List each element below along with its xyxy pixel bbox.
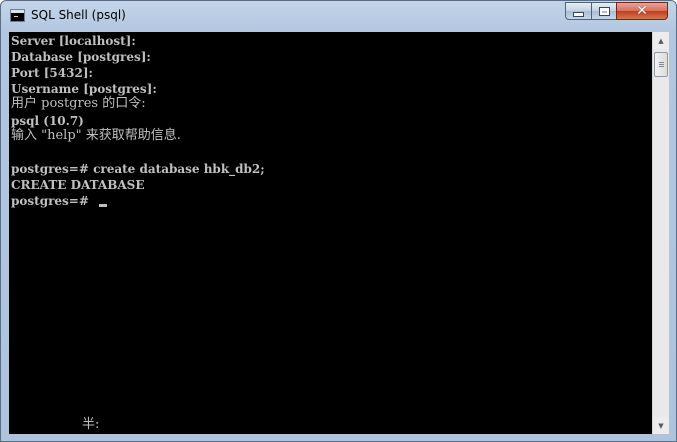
vertical-scrollbar[interactable]: ▲ ▼ — [652, 32, 669, 434]
ime-status: 半: — [82, 417, 100, 432]
grip-line — [659, 62, 664, 63]
title-bar[interactable]: SQL Shell (psql) ✕ — [1, 1, 676, 31]
scroll-thumb[interactable] — [654, 52, 668, 77]
grip-line — [659, 64, 664, 65]
console-line: Server [localhost]: — [11, 34, 136, 48]
maximize-icon — [598, 6, 610, 16]
console-line: postgres=# create database hbk_db2; — [11, 162, 265, 176]
console-prompt[interactable]: postgres=# — [11, 193, 93, 209]
console-line: 输入 "help" 来获取帮助信息. — [11, 128, 181, 143]
console-output[interactable]: Server [localhost]: Database [postgres]:… — [9, 32, 652, 434]
minimize-button[interactable] — [565, 2, 592, 20]
console-line: Port [5432]: — [11, 66, 93, 80]
console-line: Username [postgres]: — [11, 82, 157, 96]
chevron-up-icon: ▲ — [658, 36, 664, 45]
scroll-down-button[interactable]: ▼ — [653, 417, 669, 434]
close-icon: ✕ — [636, 3, 648, 19]
console-icon[interactable] — [10, 9, 25, 22]
console-line: 用户 postgres 的口令: — [11, 96, 146, 111]
minimize-icon — [573, 12, 584, 17]
text-cursor — [99, 204, 107, 207]
chevron-down-icon: ▼ — [658, 421, 664, 430]
console-line: CREATE DATABASE — [11, 178, 145, 192]
console-line: psql (10.7) — [11, 114, 84, 128]
maximize-button[interactable] — [591, 2, 617, 20]
close-button[interactable]: ✕ — [616, 2, 668, 20]
scroll-up-button[interactable]: ▲ — [653, 32, 669, 49]
console-line: Database [postgres]: — [11, 50, 151, 64]
grip-line — [659, 66, 664, 67]
window-title: SQL Shell (psql) — [31, 8, 126, 22]
psql-window: SQL Shell (psql) ✕ Server [localhost]: D… — [0, 0, 677, 442]
